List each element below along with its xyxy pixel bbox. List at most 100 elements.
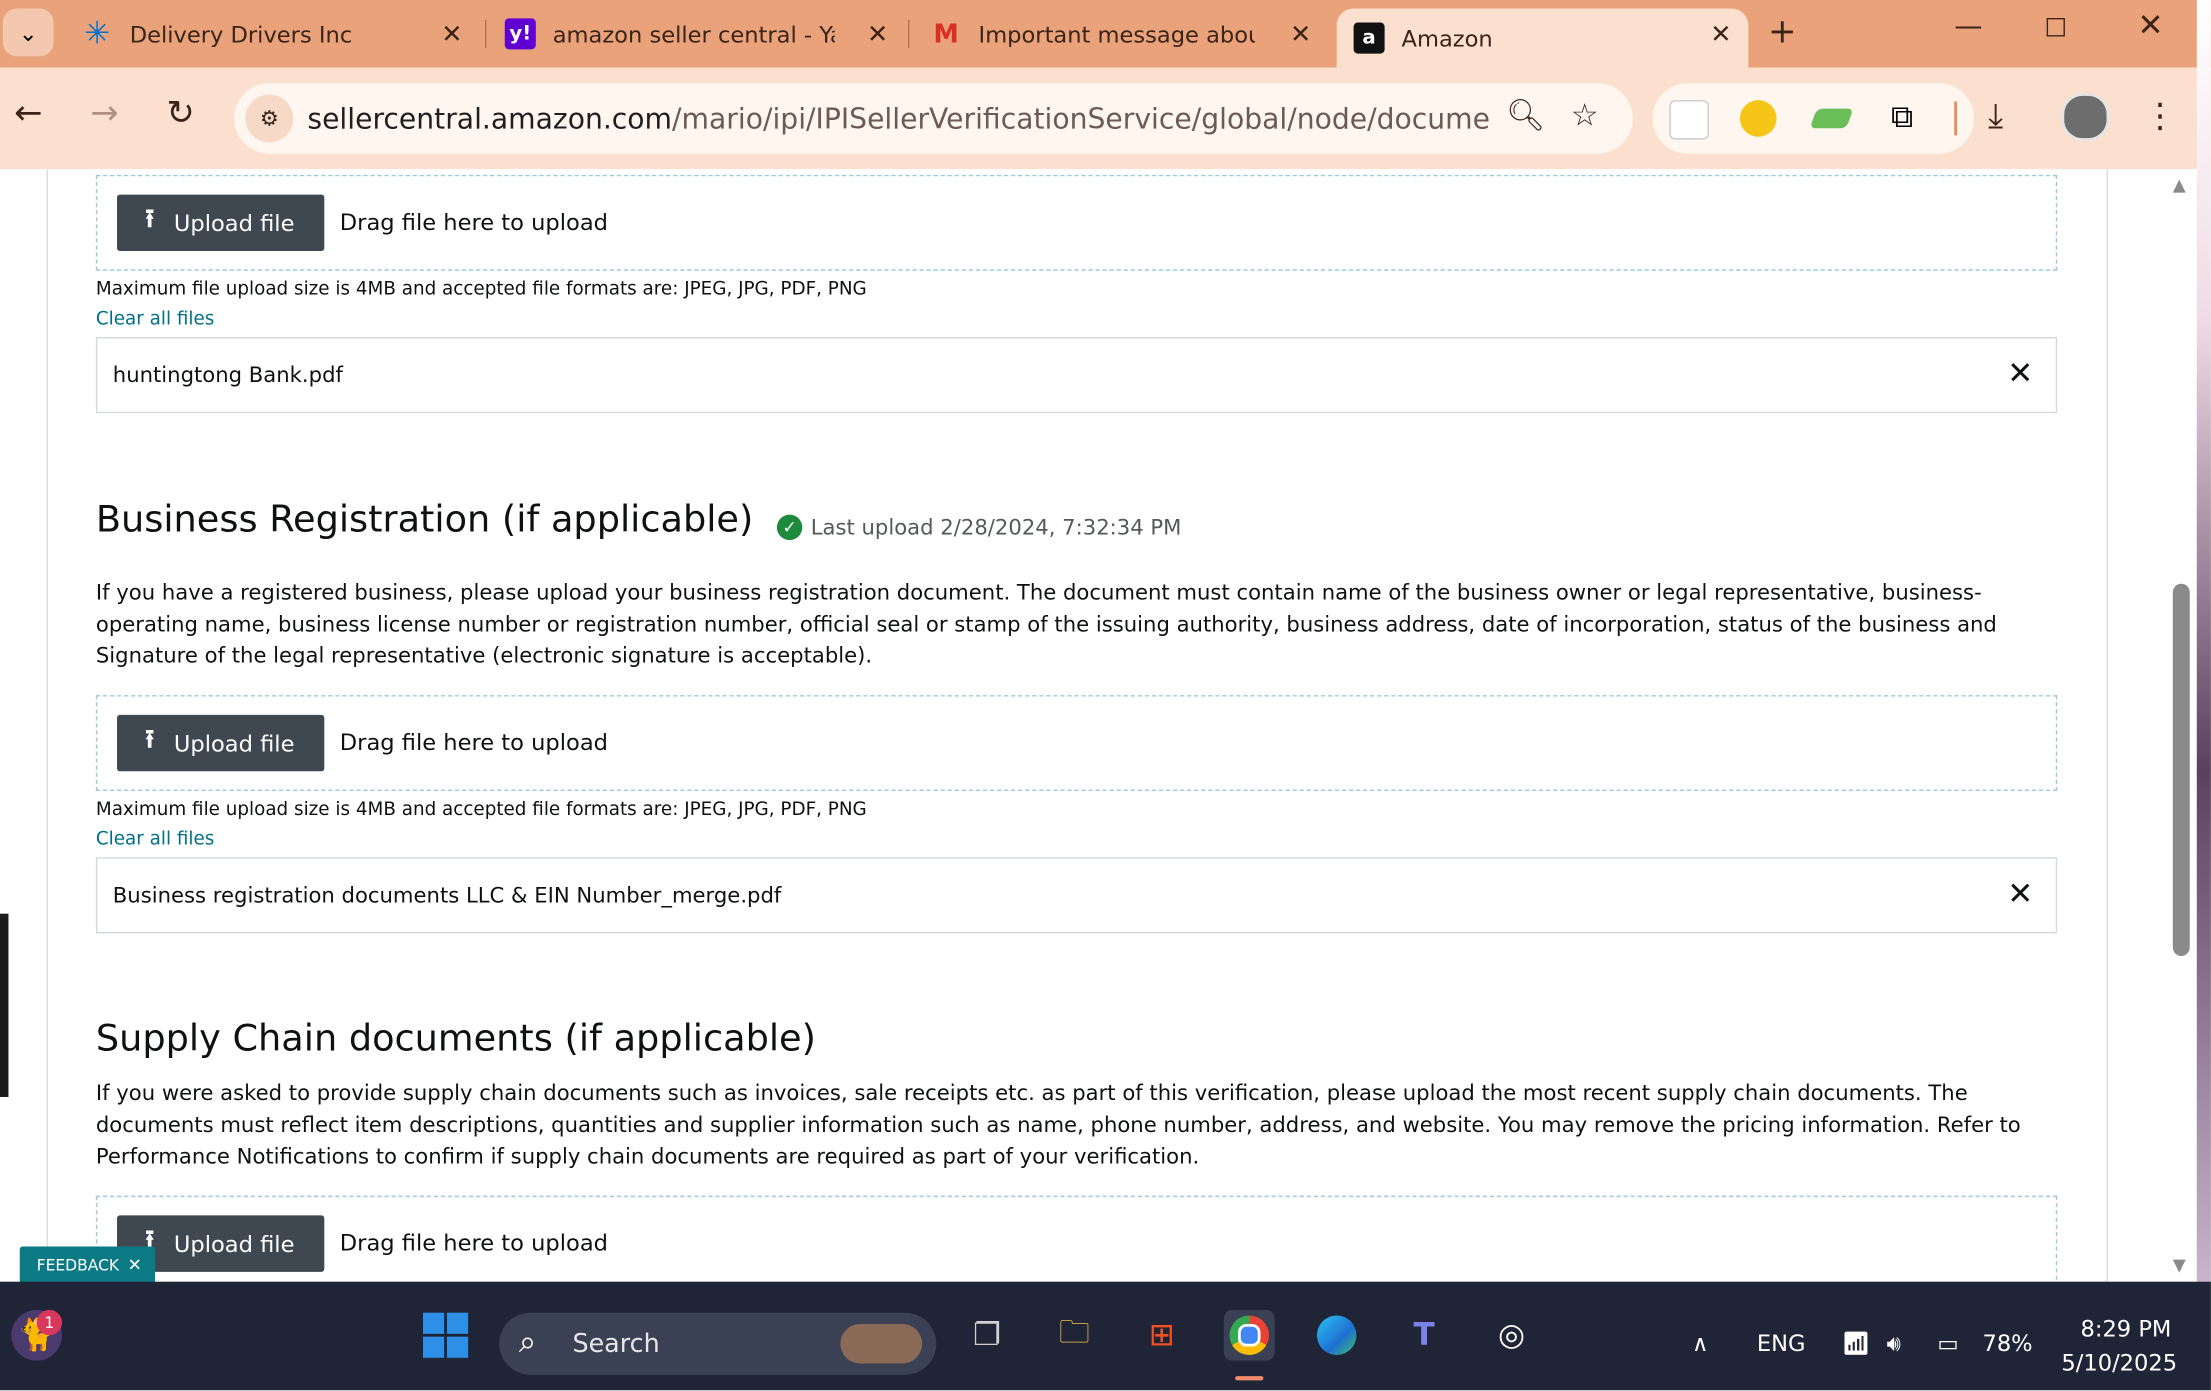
url-domain: sellercentral.amazon.com: [307, 101, 673, 136]
taskbar-search[interactable]: ⌕ Search: [499, 1312, 937, 1375]
scroll-down-arrow-icon[interactable]: ▼: [2173, 1255, 2186, 1275]
forward-icon[interactable]: →: [90, 93, 118, 132]
close-feedback-icon[interactable]: ✕: [128, 1255, 142, 1275]
close-tab-icon[interactable]: ✕: [867, 20, 888, 50]
file-explorer-icon[interactable]: 🗀: [1049, 1310, 1100, 1361]
address-bar[interactable]: ⚙ sellercentral.amazon.com/mario/ipi/IPI…: [234, 83, 1633, 154]
tab-gmail-message[interactable]: M Important message about ✕: [931, 8, 1329, 59]
upload-button-label: Upload file: [173, 209, 295, 237]
tab-title: Important message about: [978, 20, 1255, 48]
tab-separator: [485, 19, 487, 48]
close-tab-icon[interactable]: ✕: [1290, 20, 1311, 50]
close-tab-icon[interactable]: ✕: [441, 20, 462, 50]
battery-icon[interactable]: ▭: [1937, 1330, 1958, 1357]
drag-hint: Drag file here to upload: [339, 728, 608, 756]
tab-search-button[interactable]: ⌄: [2, 8, 54, 57]
upload-button-label: Upload file: [173, 729, 295, 757]
windows-start-icon[interactable]: [420, 1310, 471, 1361]
drag-hint: Drag file here to upload: [339, 1229, 608, 1257]
extensions-group: ⧉: [1652, 83, 1974, 154]
chevron-down-icon: ⌄: [18, 19, 38, 46]
wifi-icon[interactable]: 📶︎: [1841, 1330, 1870, 1357]
supply-chain-description: If you were asked to provide supply chai…: [95, 1080, 2021, 1169]
file-name: huntingtong Bank.pdf: [112, 362, 343, 388]
uploaded-file-row: huntingtong Bank.pdf ✕: [95, 336, 2058, 414]
tab-title: Amazon: [1401, 24, 1493, 52]
yahoo-icon: y!: [504, 18, 536, 50]
tab-yahoo-search[interactable]: y! amazon seller central - Yah ✕: [504, 8, 905, 59]
menu-kebab-icon[interactable]: ⋮: [2143, 96, 2177, 135]
search-icon: ⌕: [518, 1325, 537, 1361]
flower-extension-icon[interactable]: [1739, 100, 1777, 137]
upload-icon: ⭱: [145, 204, 155, 235]
back-icon[interactable]: ←: [14, 93, 42, 132]
chrome-icon[interactable]: [1223, 1309, 1275, 1361]
maximize-icon[interactable]: ☐: [2045, 14, 2068, 44]
page-scrollbar[interactable]: ▲ ▼: [2168, 169, 2197, 1282]
tab-delivery-drivers[interactable]: ✳ Delivery Drivers Inc ✕: [82, 8, 480, 59]
battery-percentage: 78%: [1982, 1329, 2033, 1357]
bank-dropzone[interactable]: ⭱ Upload file Drag file here to upload: [95, 174, 2058, 271]
edge-icon[interactable]: [1311, 1310, 1362, 1361]
gmail-icon: M: [933, 19, 959, 49]
remove-file-icon[interactable]: ✕: [2007, 357, 2033, 392]
toolbar-divider: [1954, 101, 1958, 136]
panel-border-right: [2106, 169, 2108, 1282]
reload-icon[interactable]: ↻: [166, 93, 194, 132]
clear-all-files-link[interactable]: Clear all files: [96, 829, 214, 850]
tab-title: amazon seller central - Yah: [552, 20, 835, 48]
walmart-spark-icon: ✳: [84, 16, 111, 52]
url-text[interactable]: sellercentral.amazon.com/mario/ipi/IPISe…: [307, 102, 1491, 136]
remove-file-icon[interactable]: ✕: [2007, 877, 2033, 912]
supply-dropzone[interactable]: ⭱ Upload file Drag file here to upload: [95, 1195, 2058, 1282]
side-widget-handle[interactable]: [0, 913, 9, 1097]
scroll-up-arrow-icon[interactable]: ▲: [2173, 175, 2186, 195]
tab-separator: [908, 19, 910, 48]
close-window-icon[interactable]: ✕: [2138, 8, 2164, 43]
search-highlight-image: [840, 1323, 923, 1364]
minimize-icon[interactable]: —: [1954, 8, 1982, 42]
download-icon[interactable]: ⤓: [1988, 96, 2003, 135]
close-tab-icon[interactable]: ✕: [1710, 20, 1731, 50]
clock-date: 5/10/2025: [2061, 1349, 2178, 1377]
microsoft-store-icon[interactable]: ⊞: [1136, 1310, 1187, 1361]
language-indicator[interactable]: ENG: [1757, 1330, 1806, 1357]
upload-size-note: Maximum file upload size is 4MB and acce…: [95, 279, 867, 301]
business-dropzone[interactable]: ⭱ Upload file Drag file here to upload: [95, 695, 2058, 792]
copilot-ring-icon[interactable]: ◎: [1486, 1310, 1537, 1361]
tab-amazon[interactable]: a Amazon ✕: [1336, 8, 1749, 68]
upload-button-label: Upload file: [173, 1230, 295, 1258]
extensions-puzzle-icon[interactable]: ⧉: [1884, 100, 1921, 137]
bookmark-star-icon[interactable]: ☆: [1571, 99, 1599, 134]
scroll-thumb[interactable]: [2172, 583, 2190, 956]
green-extension-icon[interactable]: [1809, 108, 1854, 129]
new-tab-icon[interactable]: +: [1768, 11, 1796, 50]
business-upload-button[interactable]: ⭱ Upload file: [117, 714, 325, 772]
taskbar-clock[interactable]: 8:29 PM 5/10/2025: [2061, 1313, 2178, 1381]
login-extension-icon[interactable]: [1669, 100, 1709, 140]
volume-icon[interactable]: 🔊︎: [1887, 1330, 1901, 1358]
last-upload-status: ✓ Last upload 2/28/2024, 7:32:34 PM: [776, 514, 1181, 541]
teams-icon[interactable]: T: [1399, 1310, 1450, 1361]
zoom-icon[interactable]: 🔍︎: [1506, 99, 1545, 134]
clear-all-files-link[interactable]: Clear all files: [96, 309, 214, 330]
notification-badge: 1: [36, 1309, 63, 1336]
business-registration-description: If you have a registered business, pleas…: [95, 579, 1997, 669]
drag-hint: Drag file here to upload: [339, 208, 608, 236]
panel-border-left: [46, 169, 48, 1282]
url-path: /mario/ipi/IPISellerVerificationService/…: [672, 101, 1492, 136]
tab-title: Delivery Drivers Inc: [129, 20, 353, 48]
uploaded-file-row: Business registration documents LLC & EI…: [95, 857, 2058, 934]
clock-time: 8:29 PM: [2080, 1315, 2172, 1343]
site-info-icon[interactable]: ⚙: [245, 94, 294, 143]
task-view-icon[interactable]: ❐: [962, 1310, 1013, 1361]
profile-avatar[interactable]: [2061, 93, 2110, 141]
check-circle-icon: ✓: [776, 514, 803, 541]
tab-strip: ⌄ ✳ Delivery Drivers Inc ✕ y! amazon sel…: [0, 0, 2211, 68]
feedback-button[interactable]: FEEDBACK ✕: [19, 1246, 156, 1284]
business-registration-heading: Business Registration (if applicable): [95, 499, 754, 542]
windows-taskbar: 🐈 1 ⌕ Search ❐ 🗀 ⊞ T ◎ ∧ ENG 📶︎ 🔊︎ ▭ 78%…: [0, 1281, 2211, 1391]
browser-toolbar: ← → ↻ ⚙ sellercentral.amazon.com/mario/i…: [0, 67, 2211, 170]
show-hidden-icons-chevron[interactable]: ∧: [1692, 1330, 1709, 1357]
bank-upload-button[interactable]: ⭱ Upload file: [117, 194, 325, 251]
